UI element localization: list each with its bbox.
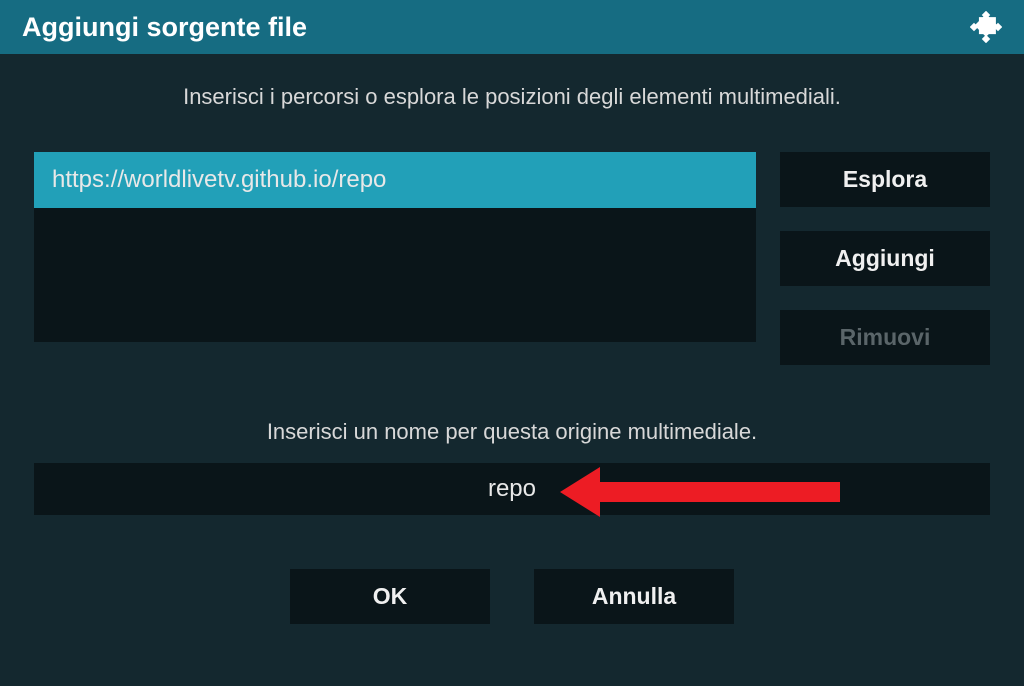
ok-button[interactable]: OK [290, 569, 490, 624]
dialog-buttons: OK Annulla [34, 569, 990, 624]
paths-instruction: Inserisci i percorsi o esplora le posizi… [34, 84, 990, 110]
remove-button: Rimuovi [780, 310, 990, 365]
dialog-content: Inserisci i percorsi o esplora le posizi… [0, 54, 1024, 624]
titlebar: Aggiungi sorgente file [0, 0, 1024, 54]
path-list[interactable]: https://worldlivetv.github.io/repo [34, 152, 756, 342]
add-button[interactable]: Aggiungi [780, 231, 990, 286]
dialog-title: Aggiungi sorgente file [22, 12, 307, 43]
side-buttons: Esplora Aggiungi Rimuovi [780, 152, 990, 365]
cancel-button[interactable]: Annulla [534, 569, 734, 624]
browse-button[interactable]: Esplora [780, 152, 990, 207]
paths-section: https://worldlivetv.github.io/repo Esplo… [34, 152, 990, 365]
path-item-selected[interactable]: https://worldlivetv.github.io/repo [34, 152, 756, 208]
kodi-logo-icon [970, 11, 1002, 43]
name-instruction: Inserisci un nome per questa origine mul… [34, 419, 990, 445]
source-name-input[interactable]: repo [34, 463, 990, 515]
